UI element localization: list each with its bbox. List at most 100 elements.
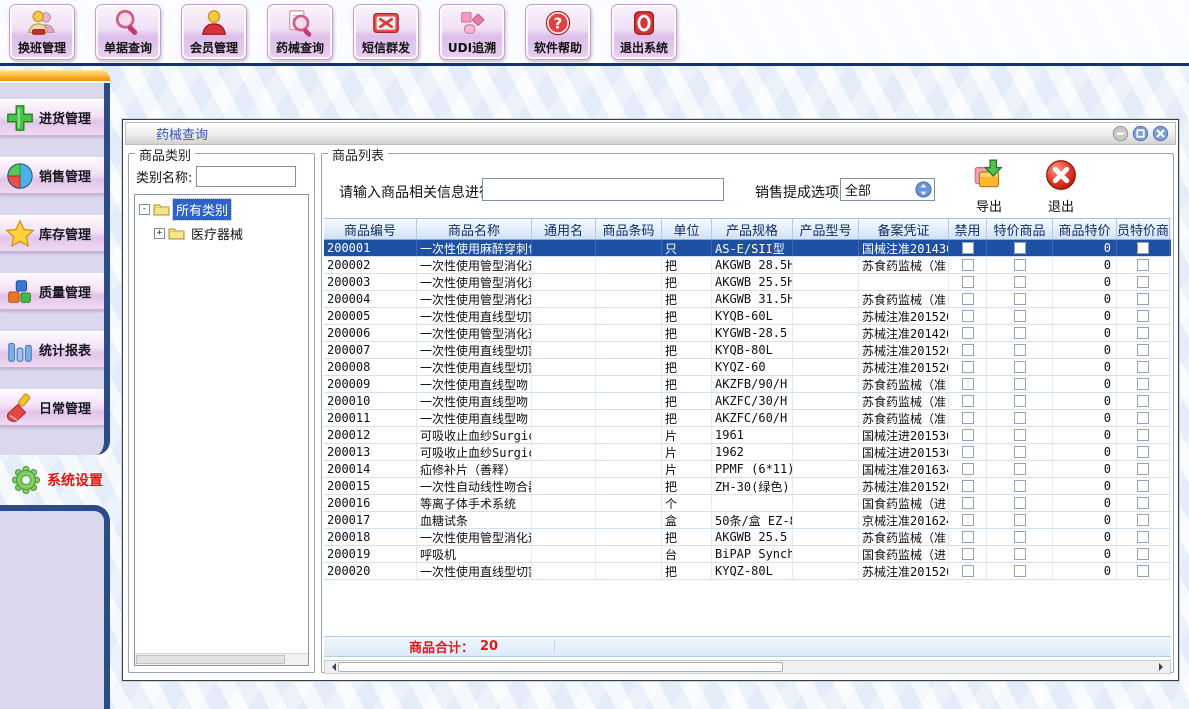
disabled-checkbox[interactable] bbox=[962, 378, 974, 390]
disabled-checkbox[interactable] bbox=[962, 446, 974, 458]
special-offer-checkbox[interactable] bbox=[1014, 565, 1026, 577]
tree-horizontal-scrollbar[interactable] bbox=[135, 653, 308, 665]
category-name-input[interactable] bbox=[196, 166, 296, 187]
sidebar-item-daily-management[interactable]: 日常管理 bbox=[0, 389, 104, 426]
special-offer-checkbox[interactable] bbox=[1014, 395, 1026, 407]
maximize-button[interactable] bbox=[1132, 125, 1149, 142]
table-row[interactable]: 200012可吸收止血纱Surgice片1961国械注进20153640 bbox=[324, 427, 1171, 444]
column-header-special-price[interactable]: 商品特价 bbox=[1053, 219, 1117, 239]
close-button[interactable] bbox=[1152, 125, 1169, 142]
member-special-price-checkbox[interactable] bbox=[1137, 412, 1149, 424]
table-row[interactable]: 200016等离子体手术系统个国食药监械（进0 bbox=[324, 495, 1171, 512]
table-row[interactable]: 200008一次性使用直线型切割把KYQZ-60苏械注准20152080 bbox=[324, 359, 1171, 376]
member-special-price-checkbox[interactable] bbox=[1137, 480, 1149, 492]
disabled-checkbox[interactable] bbox=[962, 429, 974, 441]
member-special-price-checkbox[interactable] bbox=[1137, 565, 1149, 577]
exit-button[interactable]: 退出 bbox=[1036, 158, 1086, 215]
disabled-checkbox[interactable] bbox=[962, 480, 974, 492]
special-offer-checkbox[interactable] bbox=[1014, 276, 1026, 288]
special-offer-checkbox[interactable] bbox=[1014, 327, 1026, 339]
table-row[interactable]: 200014疝修补片（善释）片PPMF (6*11)国械注准20163460 bbox=[324, 461, 1171, 478]
sidebar-item-system-settings[interactable]: 系统设置 bbox=[0, 455, 110, 505]
window-titlebar[interactable]: 药械查询 bbox=[125, 122, 1176, 145]
table-row[interactable]: 200003一次性使用管型消化道把AKGWB 25.5H0 bbox=[324, 274, 1171, 291]
disabled-checkbox[interactable] bbox=[962, 259, 974, 271]
disabled-checkbox[interactable] bbox=[962, 565, 974, 577]
sidebar-item-inventory-management[interactable]: 库存管理 bbox=[0, 215, 104, 252]
table-row[interactable]: 200013可吸收止血纱Surgice片1962国械注进20153640 bbox=[324, 444, 1171, 461]
disabled-checkbox[interactable] bbox=[962, 310, 974, 322]
member-special-price-checkbox[interactable] bbox=[1137, 531, 1149, 543]
member-special-price-checkbox[interactable] bbox=[1137, 548, 1149, 560]
column-header-record-cert[interactable]: 备案凭证 bbox=[859, 219, 949, 239]
table-row[interactable]: 200011一次性使用直线型吻把AKZFC/60/H苏食药监械（准0 bbox=[324, 410, 1171, 427]
disabled-checkbox[interactable] bbox=[962, 548, 974, 560]
member-special-price-checkbox[interactable] bbox=[1137, 310, 1149, 322]
member-special-price-checkbox[interactable] bbox=[1137, 327, 1149, 339]
disabled-checkbox[interactable] bbox=[962, 497, 974, 509]
table-row[interactable]: 200018一次性使用管型消化道把AKGWB 25.5苏食药监械（准0 bbox=[324, 529, 1171, 546]
toolbar-button-device-query[interactable]: 药械查询 bbox=[267, 4, 333, 60]
member-special-price-checkbox[interactable] bbox=[1137, 344, 1149, 356]
member-special-price-checkbox[interactable] bbox=[1137, 378, 1149, 390]
scroll-left-arrow-icon[interactable] bbox=[325, 661, 339, 673]
column-header-generic-name[interactable]: 通用名 bbox=[532, 219, 596, 239]
column-header-product-name[interactable]: 商品名称 bbox=[417, 219, 532, 239]
minimize-button[interactable] bbox=[1112, 125, 1129, 142]
special-offer-checkbox[interactable] bbox=[1014, 412, 1026, 424]
disabled-checkbox[interactable] bbox=[962, 327, 974, 339]
member-special-price-checkbox[interactable] bbox=[1137, 395, 1149, 407]
tree-expander-icon[interactable]: - bbox=[139, 204, 150, 215]
special-offer-checkbox[interactable] bbox=[1014, 497, 1026, 509]
disabled-checkbox[interactable] bbox=[962, 344, 974, 356]
table-row[interactable]: 200005一次性使用直线型切割把KYQB-60L苏械注准20152080 bbox=[324, 308, 1171, 325]
disabled-checkbox[interactable] bbox=[962, 531, 974, 543]
column-header-barcode[interactable]: 商品条码 bbox=[596, 219, 662, 239]
special-offer-checkbox[interactable] bbox=[1014, 293, 1026, 305]
table-row[interactable]: 200002一次性使用管型消化道把AKGWB 28.5H苏食药监械（准0 bbox=[324, 257, 1171, 274]
table-row[interactable]: 200009一次性使用直线型吻把AKZFB/90/H苏食药监械（准0 bbox=[324, 376, 1171, 393]
special-offer-checkbox[interactable] bbox=[1014, 361, 1026, 373]
special-offer-checkbox[interactable] bbox=[1014, 310, 1026, 322]
disabled-checkbox[interactable] bbox=[962, 463, 974, 475]
column-header-disabled[interactable]: 禁用 bbox=[949, 219, 987, 239]
table-horizontal-scrollbar[interactable] bbox=[324, 660, 1171, 674]
toolbar-button-shift-management[interactable]: 换班管理 bbox=[9, 4, 75, 60]
dropdown-spinner-icon[interactable] bbox=[915, 181, 932, 198]
product-search-input[interactable] bbox=[482, 178, 724, 201]
column-header-spec[interactable]: 产品规格 bbox=[712, 219, 793, 239]
toolbar-button-software-help[interactable]: ?软件帮助 bbox=[525, 4, 591, 60]
table-row[interactable]: 200007一次性使用直线型切割把KYQB-80L苏械注准20152080 bbox=[324, 342, 1171, 359]
column-header-unit[interactable]: 单位 bbox=[662, 219, 712, 239]
column-header-member-special-price[interactable]: 会员特价商品 bbox=[1117, 219, 1170, 239]
disabled-checkbox[interactable] bbox=[962, 361, 974, 373]
toolbar-button-member-management[interactable]: 会员管理 bbox=[181, 4, 247, 60]
tree-node-label[interactable]: 所有类别 bbox=[173, 199, 231, 220]
special-offer-checkbox[interactable] bbox=[1014, 378, 1026, 390]
disabled-checkbox[interactable] bbox=[962, 412, 974, 424]
special-offer-checkbox[interactable] bbox=[1014, 531, 1026, 543]
tree-node[interactable]: +医疗器械 bbox=[135, 223, 308, 243]
special-offer-checkbox[interactable] bbox=[1014, 548, 1026, 560]
toolbar-button-sms-broadcast[interactable]: 短信群发 bbox=[353, 4, 419, 60]
toolbar-button-udi-trace[interactable]: UDI追溯 bbox=[439, 4, 505, 60]
export-button[interactable]: 导出 bbox=[962, 158, 1016, 215]
member-special-price-checkbox[interactable] bbox=[1137, 514, 1149, 526]
member-special-price-checkbox[interactable] bbox=[1137, 259, 1149, 271]
member-special-price-checkbox[interactable] bbox=[1137, 293, 1149, 305]
column-header-product-code[interactable]: 商品编号 bbox=[324, 219, 417, 239]
member-special-price-checkbox[interactable] bbox=[1137, 276, 1149, 288]
commission-option-select[interactable]: 全部 bbox=[840, 178, 935, 201]
table-row[interactable]: 200001一次性使用麻醉穿刺包只AS-E/SII型国械注准20143660 bbox=[324, 240, 1171, 257]
column-header-special-offer[interactable]: 特价商品 bbox=[987, 219, 1053, 239]
member-special-price-checkbox[interactable] bbox=[1137, 497, 1149, 509]
special-offer-checkbox[interactable] bbox=[1014, 242, 1026, 254]
member-special-price-checkbox[interactable] bbox=[1137, 361, 1149, 373]
table-row[interactable]: 200015一次性自动线性吻合器把ZH-30(绿色)苏械注准20152080 bbox=[324, 478, 1171, 495]
table-row[interactable]: 200010一次性使用直线型吻把AKZFC/30/H苏食药监械（准0 bbox=[324, 393, 1171, 410]
table-row[interactable]: 200004一次性使用管型消化道把AKGWB 31.5H苏食药监械（准0 bbox=[324, 291, 1171, 308]
tree-expander-icon[interactable]: + bbox=[154, 228, 165, 239]
special-offer-checkbox[interactable] bbox=[1014, 446, 1026, 458]
member-special-price-checkbox[interactable] bbox=[1137, 429, 1149, 441]
special-offer-checkbox[interactable] bbox=[1014, 480, 1026, 492]
